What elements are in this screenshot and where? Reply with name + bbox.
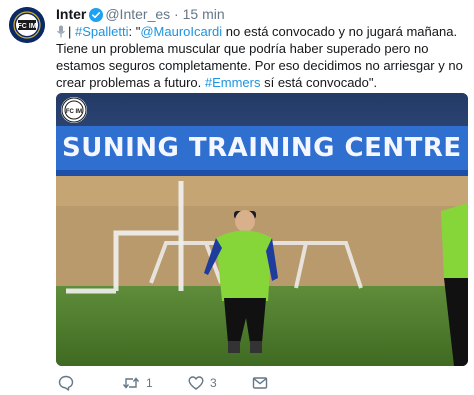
timestamp[interactable]: 15 min [183,6,225,22]
tweet-photo[interactable]: SUNING TRAINING CENTRE FC IM [56,93,468,366]
microphone-icon [56,25,66,38]
retweet-icon [122,375,140,391]
photo-logo-text: FC IM [66,109,82,115]
avatar[interactable]: FC IM [9,7,45,43]
retweet-button[interactable]: 1 [122,374,153,392]
author-name[interactable]: Inter [56,6,86,22]
hashtag-emmers-link[interactable]: #Emmers [205,75,261,90]
inter-logo-icon: FC IM [9,7,45,43]
hashtag-spalletti-link[interactable]: #Spalletti [75,24,128,39]
separator-bar: | [68,24,75,39]
reply-button[interactable] [58,374,80,392]
message-button[interactable] [252,374,268,392]
mention-mauroicardi-link[interactable]: @MauroIcardi [140,24,222,39]
message-icon [252,375,268,391]
tweet-text: | #Spalletti: "@MauroIcardi no está conv… [56,23,468,91]
author-handle[interactable]: @Inter_es [105,6,170,22]
banner-text: SUNING TRAINING CENTRE [62,133,462,163]
tweet: FC IM Inter @Inter_es · 15 min | #Spallet… [0,0,474,395]
like-button[interactable]: 3 [188,374,217,392]
text-part-3: sí está convocado". [260,75,378,90]
retweet-count: 1 [146,376,153,390]
svg-text:FC IM: FC IM [17,23,36,30]
like-icon [188,375,204,391]
photo-logo-icon: FC IM [61,97,87,123]
tweet-actions: 1 3 [56,374,468,394]
like-count: 3 [210,376,217,390]
reply-icon [58,375,74,391]
text-part-1: : " [128,24,141,39]
separator-dot: · [174,6,179,22]
